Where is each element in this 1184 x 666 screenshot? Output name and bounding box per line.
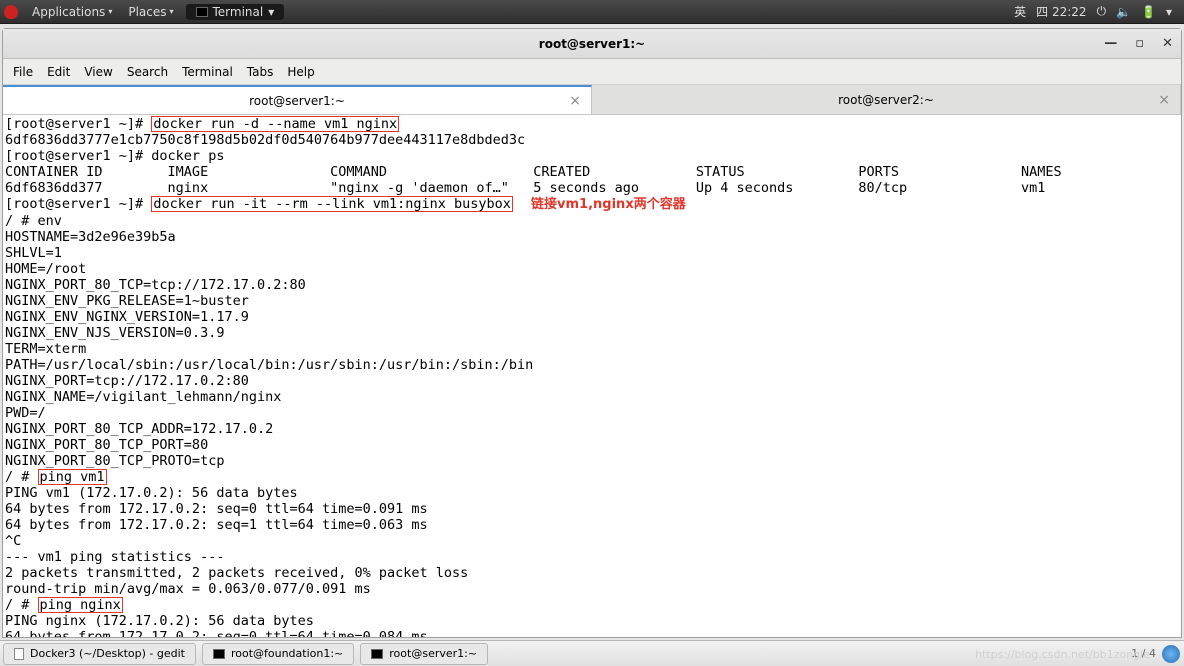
tab-close-icon[interactable]: × [569,93,581,109]
menu-edit[interactable]: Edit [47,65,70,79]
menu-help[interactable]: Help [287,65,314,79]
window-titlebar[interactable]: root@server1:~ — ▫ ✕ [3,29,1181,59]
tab-bar: root@server1:~ × root@server2:~ × [3,85,1181,115]
taskbar-item-gedit[interactable]: Docker3 (~/Desktop) - gedit [3,643,196,665]
workspace-switcher-icon[interactable] [1162,645,1180,663]
gnome-top-panel: Applications▾ Places▾ Terminal▾ 英 四 22:2… [0,0,1184,24]
annotation-text: 链接vm1,nginx两个容器 [513,197,686,212]
menu-search[interactable]: Search [127,65,168,79]
menubar: File Edit View Search Terminal Tabs Help [3,59,1181,85]
clock[interactable]: 四 22:22 [1036,3,1086,20]
network-icon[interactable]: ⏻ [1097,4,1107,19]
tab-close-icon[interactable]: × [1158,92,1170,108]
menu-terminal[interactable]: Terminal [182,65,233,79]
taskbar-item-foundation[interactable]: root@foundation1:~ [202,643,354,665]
close-button[interactable]: ✕ [1162,36,1173,51]
applications-menu[interactable]: Applications▾ [24,5,120,19]
highlighted-command: ping nginx [38,597,123,613]
system-tray: 英 四 22:22 ⏻ 🔈 🔋 ▾ [1014,3,1180,20]
terminal-icon [213,649,225,659]
highlighted-command: ping vm1 [38,469,107,485]
tab-server1[interactable]: root@server1:~ × [3,85,592,114]
terminal-content[interactable]: [root@server1 ~]# docker run -d --name v… [3,115,1181,637]
tab-server2[interactable]: root@server2:~ × [592,85,1181,114]
watermark-text: https://blog.csdn.net/bb1zongle [975,648,1150,661]
taskbar-item-server1[interactable]: root@server1:~ [360,643,488,665]
minimize-button[interactable]: — [1104,36,1117,51]
menu-view[interactable]: View [84,65,112,79]
window-title: root@server1:~ [539,37,645,51]
input-method-indicator[interactable]: 英 [1014,3,1026,20]
battery-icon[interactable]: 🔋 [1141,5,1156,19]
menu-tabs[interactable]: Tabs [247,65,274,79]
menu-file[interactable]: File [13,65,33,79]
terminal-icon [196,7,208,17]
gnome-bottom-panel: Docker3 (~/Desktop) - gedit root@foundat… [0,640,1184,666]
user-menu-arrow[interactable]: ▾ [1166,5,1172,19]
places-menu[interactable]: Places▾ [120,5,181,19]
active-app-terminal[interactable]: Terminal▾ [186,4,285,20]
volume-icon[interactable]: 🔈 [1116,5,1131,19]
maximize-button[interactable]: ▫ [1135,36,1144,51]
redhat-icon [4,5,18,19]
terminal-icon [371,649,383,659]
gedit-icon [14,648,24,660]
terminal-window: root@server1:~ — ▫ ✕ File Edit View Sear… [2,28,1182,638]
highlighted-command: docker run -it --rm --link vm1:nginx bus… [151,196,513,212]
highlighted-command: docker run -d --name vm1 nginx [151,116,399,132]
